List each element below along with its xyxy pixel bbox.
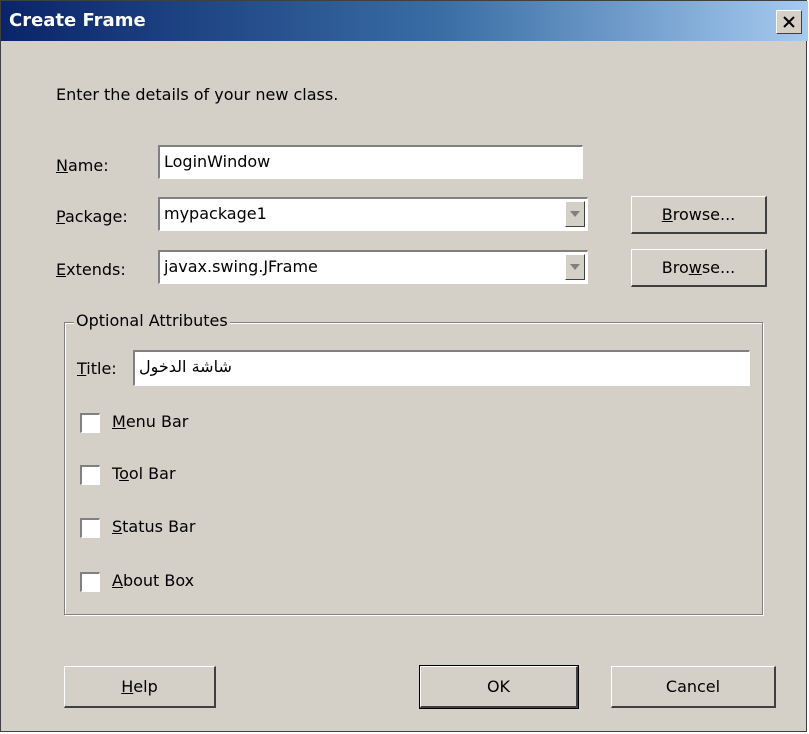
title-value: شاشة الدخول [139, 357, 232, 376]
status-bar-label: Status Bar [112, 517, 196, 536]
about-box-checkbox[interactable] [80, 572, 100, 592]
package-combobox[interactable]: mypackage1 [158, 197, 588, 231]
package-label: Package: [56, 207, 128, 226]
cancel-button[interactable]: Cancel [611, 666, 776, 708]
extends-label: Extends: [56, 260, 126, 279]
package-dropdown-button[interactable] [565, 201, 585, 227]
instructions-text: Enter the details of your new class. [56, 85, 339, 104]
chevron-down-icon [570, 264, 580, 270]
close-icon [783, 16, 795, 28]
extends-dropdown-button[interactable] [565, 254, 585, 280]
package-browse-button[interactable]: Browse... [631, 196, 767, 234]
title-label: Title: [77, 359, 117, 378]
extends-value: javax.swing.JFrame [164, 257, 318, 276]
ok-button[interactable]: OK [419, 665, 579, 709]
tool-bar-label: Tool Bar [112, 464, 176, 483]
title-bar: Create Frame [1, 1, 808, 41]
create-frame-dialog: Create Frame Enter the details of your n… [0, 0, 808, 732]
status-bar-checkbox[interactable] [80, 518, 100, 538]
title-input[interactable]: شاشة الدخول [133, 350, 750, 386]
menu-bar-label: Menu Bar [112, 412, 189, 431]
window-title: Create Frame [9, 10, 146, 31]
optional-attributes-label: Optional Attributes [74, 311, 230, 330]
chevron-down-icon [570, 211, 580, 217]
extends-browse-button[interactable]: Bro w se... [631, 249, 767, 287]
extends-combobox[interactable]: javax.swing.JFrame [158, 250, 588, 284]
tool-bar-checkbox[interactable] [80, 465, 100, 485]
name-label: Name: [56, 156, 109, 175]
about-box-label: About Box [112, 571, 195, 590]
name-input[interactable]: LoginWindow [158, 145, 583, 179]
close-button[interactable] [776, 10, 802, 34]
package-value: mypackage1 [164, 204, 267, 223]
menu-bar-checkbox[interactable] [80, 413, 100, 433]
help-button[interactable]: Help [64, 666, 216, 708]
